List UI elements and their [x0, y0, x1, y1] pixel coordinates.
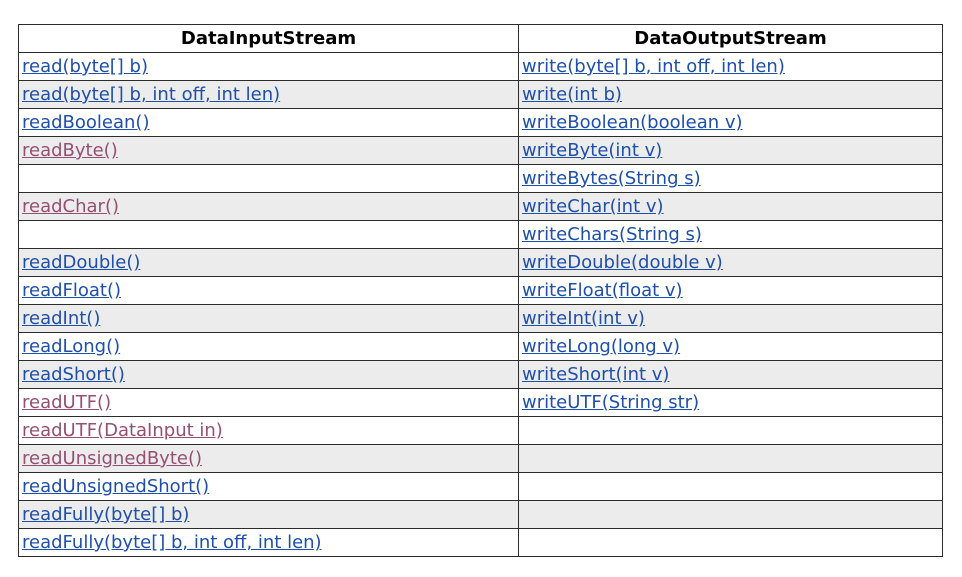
table-row: readFloat() writeFloat(float v): [18, 276, 943, 305]
output-method-cell: write(byte[] b, int off, int len): [518, 52, 943, 81]
input-method-link[interactable]: readInt(): [22, 308, 100, 329]
output-method-cell: write(int b): [518, 80, 943, 109]
output-method-link[interactable]: writeBoolean(boolean v): [522, 112, 743, 133]
output-method-link[interactable]: write(byte[] b, int off, int len): [522, 56, 785, 77]
table-body: read(byte[] b) write(byte[] b, int off, i…: [18, 52, 943, 557]
input-method-cell: readInt(): [18, 304, 519, 333]
output-method-cell: writeShort(int v): [518, 360, 943, 389]
output-method-cell: writeUTF(String str): [518, 388, 943, 417]
input-method-cell: readUnsignedShort(): [18, 472, 519, 501]
output-method-cell: writeBytes(String s): [518, 164, 943, 193]
input-method-link[interactable]: readLong(): [22, 336, 120, 357]
table-row: readInt() writeInt(int v): [18, 304, 943, 333]
input-method-link[interactable]: readChar(): [22, 196, 119, 217]
table-row: readByte() writeByte(int v): [18, 136, 943, 165]
input-method-cell: readFloat(): [18, 276, 519, 305]
output-method-cell: [518, 444, 943, 473]
input-method-link[interactable]: readUnsignedByte(): [22, 448, 202, 469]
input-method-cell: [18, 220, 519, 249]
table-row: readLong() writeLong(long v): [18, 332, 943, 361]
input-method-link[interactable]: readDouble(): [22, 252, 140, 273]
output-method-link[interactable]: writeInt(int v): [522, 308, 645, 329]
output-method-cell: writeDouble(double v): [518, 248, 943, 277]
input-method-cell: read(byte[] b, int off, int len): [18, 80, 519, 109]
output-method-cell: [518, 472, 943, 501]
input-method-link[interactable]: readBoolean(): [22, 112, 149, 133]
input-method-cell: readByte(): [18, 136, 519, 165]
output-method-link[interactable]: writeBytes(String s): [522, 168, 701, 189]
input-method-cell: readDouble(): [18, 248, 519, 277]
output-method-cell: writeBoolean(boolean v): [518, 108, 943, 137]
table-row: readShort() writeShort(int v): [18, 360, 943, 389]
table-row: readUTF() writeUTF(String str): [18, 388, 943, 417]
input-method-link[interactable]: readShort(): [22, 364, 125, 385]
table-row: readBoolean() writeBoolean(boolean v): [18, 108, 943, 137]
input-method-cell: readUTF(DataInput in): [18, 416, 519, 445]
input-method-link[interactable]: read(byte[] b, int off, int len): [22, 84, 280, 105]
table-row: readUTF(DataInput in): [18, 416, 943, 445]
output-method-link[interactable]: writeFloat(float v): [522, 280, 683, 301]
input-method-cell: readChar(): [18, 192, 519, 221]
header-dataoutputstream: DataOutputStream: [518, 24, 943, 53]
output-method-cell: writeLong(long v): [518, 332, 943, 361]
input-method-cell: readFully(byte[] b): [18, 500, 519, 529]
output-method-link[interactable]: write(int b): [522, 84, 622, 105]
input-method-link[interactable]: readFloat(): [22, 280, 121, 301]
output-method-link[interactable]: writeUTF(String str): [522, 392, 699, 413]
table-row: writeChars(String s): [18, 220, 943, 249]
method-comparison-table: DataInputStream DataOutputStream read(by…: [18, 24, 943, 557]
header-row: DataInputStream DataOutputStream: [18, 24, 943, 53]
input-method-cell: [18, 164, 519, 193]
input-method-link[interactable]: read(byte[] b): [22, 56, 148, 77]
output-method-link[interactable]: writeShort(int v): [522, 364, 669, 385]
output-method-cell: [518, 528, 943, 557]
output-method-cell: [518, 500, 943, 529]
table-row: writeBytes(String s): [18, 164, 943, 193]
input-method-link[interactable]: readUnsignedShort(): [22, 476, 209, 497]
output-method-link[interactable]: writeLong(long v): [522, 336, 680, 357]
output-method-link[interactable]: writeChar(int v): [522, 196, 664, 217]
output-method-cell: writeByte(int v): [518, 136, 943, 165]
table-row: readDouble() writeDouble(double v): [18, 248, 943, 277]
table-row: readFully(byte[] b, int off, int len): [18, 528, 943, 557]
output-method-link[interactable]: writeDouble(double v): [522, 252, 723, 273]
table-row: readChar() writeChar(int v): [18, 192, 943, 221]
table-row: read(byte[] b) write(byte[] b, int off, i…: [18, 52, 943, 81]
input-method-link[interactable]: readByte(): [22, 140, 118, 161]
input-method-cell: readBoolean(): [18, 108, 519, 137]
table-row: readUnsignedShort(): [18, 472, 943, 501]
input-method-cell: readLong(): [18, 332, 519, 361]
output-method-cell: writeFloat(float v): [518, 276, 943, 305]
input-method-cell: readShort(): [18, 360, 519, 389]
input-method-link[interactable]: readUTF(): [22, 392, 111, 413]
table-row: readUnsignedByte(): [18, 444, 943, 473]
output-method-cell: writeChars(String s): [518, 220, 943, 249]
output-method-link[interactable]: writeChars(String s): [522, 224, 702, 245]
input-method-link[interactable]: readFully(byte[] b, int off, int len): [22, 532, 322, 553]
output-method-cell: [518, 416, 943, 445]
input-method-cell: readFully(byte[] b, int off, int len): [18, 528, 519, 557]
output-method-link[interactable]: writeByte(int v): [522, 140, 662, 161]
input-method-link[interactable]: readFully(byte[] b): [22, 504, 189, 525]
input-method-cell: readUnsignedByte(): [18, 444, 519, 473]
table-row: read(byte[] b, int off, int len) write(in…: [18, 80, 943, 109]
output-method-cell: writeInt(int v): [518, 304, 943, 333]
input-method-link[interactable]: readUTF(DataInput in): [22, 420, 223, 441]
output-method-cell: writeChar(int v): [518, 192, 943, 221]
input-method-cell: read(byte[] b): [18, 52, 519, 81]
header-datainputstream: DataInputStream: [18, 24, 519, 53]
input-method-cell: readUTF(): [18, 388, 519, 417]
table-row: readFully(byte[] b): [18, 500, 943, 529]
